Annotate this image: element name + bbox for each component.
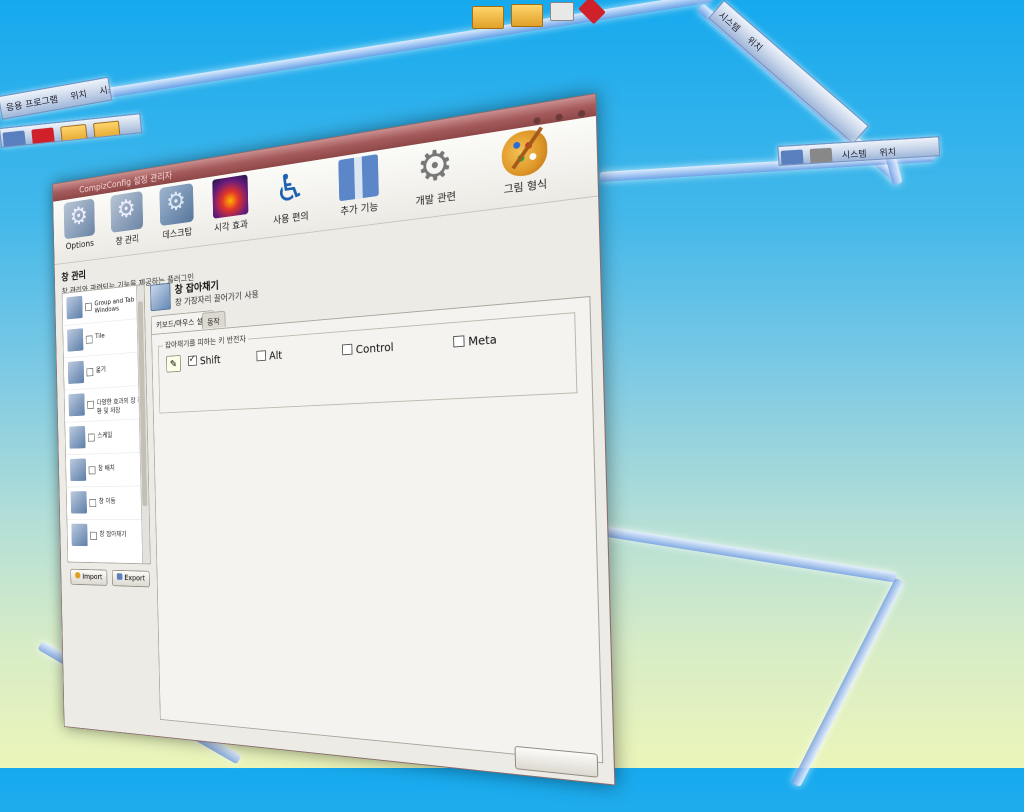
category-image-format[interactable]: 그림 형식 bbox=[486, 125, 565, 199]
alt-label: Alt bbox=[269, 349, 283, 363]
development-icon: ⚙ bbox=[416, 139, 454, 193]
plugin-icon bbox=[69, 458, 87, 482]
document-icon[interactable] bbox=[549, 2, 574, 21]
visual-effects-icon bbox=[212, 174, 249, 219]
folder-icon[interactable] bbox=[510, 4, 543, 27]
modifier-group: 잡아채기를 피하는 키 반전자 ✎ Shift Alt Control Meta bbox=[157, 312, 578, 414]
category-options[interactable]: Options bbox=[53, 197, 106, 254]
accessibility-icon: ♿ bbox=[274, 163, 306, 212]
plugin-list: Group and Tab Windows Tile 옮기 다양한 효과의 창 … bbox=[61, 283, 151, 565]
top-panel-far bbox=[470, 0, 710, 30]
list-item[interactable]: 창 이동 bbox=[66, 486, 150, 520]
tab-body: 잡아채기를 피하는 키 반전자 ✎ Shift Alt Control Meta bbox=[151, 296, 604, 778]
category-label: 데스크탑 bbox=[162, 225, 193, 241]
image-format-icon bbox=[501, 127, 548, 179]
plugin-enable-checkbox[interactable] bbox=[89, 499, 97, 508]
list-item[interactable]: 스케일 bbox=[65, 419, 148, 456]
top-panel-right: 시스템 위치 bbox=[708, 0, 869, 145]
checkbox-box[interactable] bbox=[453, 335, 465, 348]
plugin-icon bbox=[69, 425, 86, 449]
category-extras[interactable]: 추가 기능 bbox=[325, 152, 394, 220]
export-icon bbox=[116, 573, 123, 580]
options-icon bbox=[63, 198, 95, 240]
category-label: 그림 형식 bbox=[503, 177, 548, 196]
import-label: Import bbox=[82, 573, 103, 582]
list-item[interactable]: 옮기 bbox=[63, 351, 147, 391]
shift-checkbox[interactable]: Shift bbox=[187, 353, 221, 368]
checkbox-box[interactable] bbox=[341, 343, 353, 356]
plugin-enable-checkbox[interactable] bbox=[90, 531, 97, 540]
import-button[interactable]: Import bbox=[70, 568, 108, 586]
category-desktop[interactable]: 데스크탑 bbox=[148, 181, 206, 243]
plugin-enable-checkbox[interactable] bbox=[86, 368, 94, 377]
export-button[interactable]: Export bbox=[111, 569, 151, 588]
plugin-icon bbox=[71, 523, 88, 547]
panel-menu-system-lower[interactable]: 시스템 bbox=[836, 141, 872, 161]
meta-label: Meta bbox=[468, 332, 497, 349]
plugin-icon bbox=[68, 393, 85, 417]
category-development[interactable]: ⚙ 개발 관련 bbox=[399, 140, 472, 211]
plugin-enable-checkbox[interactable] bbox=[88, 466, 96, 475]
plugin-enable-checkbox[interactable] bbox=[87, 433, 95, 442]
alt-checkbox[interactable]: Alt bbox=[256, 349, 282, 363]
control-checkbox[interactable]: Control bbox=[341, 340, 394, 357]
tab-behaviour[interactable]: 동작 bbox=[201, 310, 226, 329]
plugin-enable-checkbox[interactable] bbox=[85, 335, 93, 344]
category-label: Options bbox=[65, 237, 95, 252]
folder-icon[interactable] bbox=[472, 6, 504, 29]
maximize-button[interactable] bbox=[555, 113, 563, 122]
category-label: 창 관리 bbox=[115, 233, 140, 247]
list-item[interactable]: 창 잡아채기 bbox=[67, 520, 150, 553]
plugin-icon bbox=[66, 295, 83, 320]
close-dialog-button[interactable] bbox=[514, 745, 599, 778]
export-label: Export bbox=[124, 574, 146, 584]
import-icon bbox=[74, 572, 81, 579]
category-accessibility[interactable]: ♿ 사용 편의 bbox=[258, 163, 322, 229]
modifier-group-label: 잡아채기를 피하는 키 반전자 bbox=[162, 332, 249, 351]
plugin-enable-checkbox[interactable] bbox=[87, 400, 95, 410]
category-window-management[interactable]: 창 관리 bbox=[100, 189, 155, 249]
plugin-icon bbox=[67, 328, 84, 352]
cube-bottom-right-edge bbox=[791, 577, 905, 788]
checkbox-box[interactable] bbox=[256, 350, 267, 362]
category-label: 추가 기능 bbox=[340, 200, 379, 218]
control-label: Control bbox=[355, 340, 394, 357]
shift-label: Shift bbox=[199, 353, 221, 367]
plugin-enable-checkbox[interactable] bbox=[85, 302, 92, 312]
list-item[interactable]: 창 배치 bbox=[65, 452, 149, 488]
body-area: Group and Tab Windows Tile 옮기 다양한 효과의 창 … bbox=[61, 234, 604, 778]
extras-icon bbox=[338, 154, 379, 202]
plugin-settings-pane: 창 잡아채기 창 가장자리 끌어가기 사용 키보드/마우스 설정 동작 잡아채기… bbox=[150, 234, 604, 778]
key-modifier-icon: ✎ bbox=[166, 354, 181, 373]
plugin-icon bbox=[70, 491, 87, 514]
list-item[interactable]: 다양한 효과의 창 전환 및 저장 bbox=[64, 385, 147, 423]
checkbox-box[interactable] bbox=[187, 355, 198, 367]
panel-menu-places-lower[interactable]: 위치 bbox=[874, 140, 902, 160]
category-label: 사용 편의 bbox=[272, 209, 309, 227]
desktop-icon bbox=[159, 182, 194, 227]
window-management-icon bbox=[110, 190, 144, 233]
category-label: 시각 효과 bbox=[214, 218, 248, 234]
category-visual-effects[interactable]: 시각 효과 bbox=[200, 172, 261, 236]
minimize-button[interactable] bbox=[533, 116, 541, 125]
compiz-settings-window: CompizConfig 설정 관리자 Options 창 관리 데스크탑 bbox=[52, 92, 616, 786]
ruby-icon[interactable] bbox=[577, 0, 606, 25]
panel-menu-system-right[interactable]: 시스템 bbox=[712, 1, 750, 37]
window-snap-icon bbox=[150, 282, 171, 312]
meta-checkbox[interactable]: Meta bbox=[453, 333, 497, 349]
category-label: 개발 관련 bbox=[415, 189, 457, 208]
network-icon bbox=[780, 149, 804, 166]
close-button[interactable] bbox=[577, 109, 586, 118]
plugin-icon bbox=[67, 360, 85, 385]
